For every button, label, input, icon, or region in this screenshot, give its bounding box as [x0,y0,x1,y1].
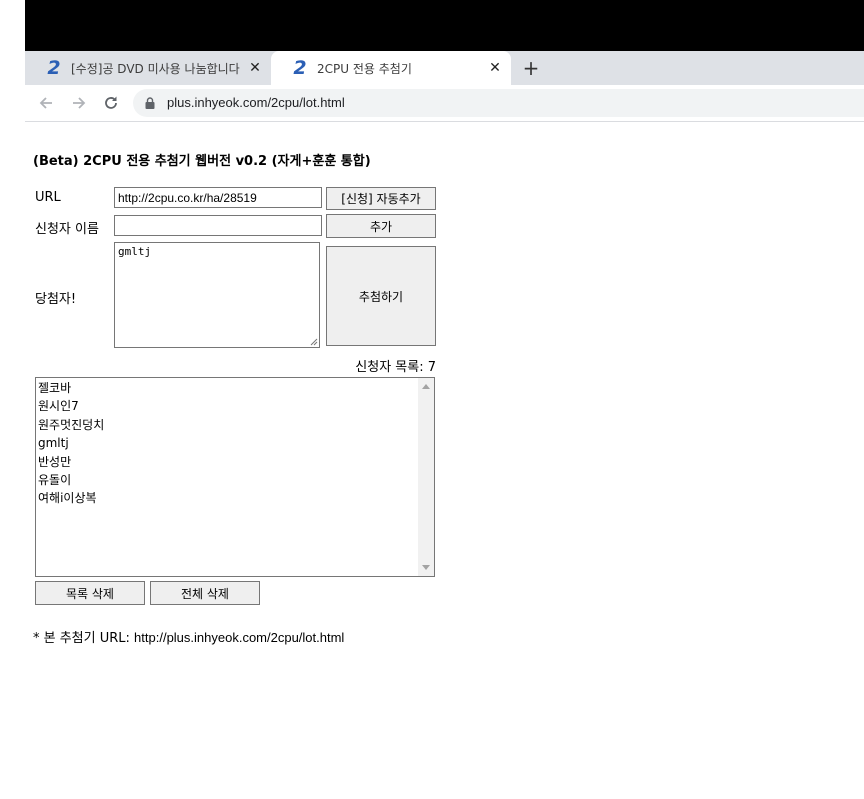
list-item[interactable]: 반성만 [38,453,432,471]
left-margin [0,0,25,799]
draw-button[interactable]: 추첨하기 [326,246,436,346]
list-item[interactable]: 젤코바 [38,379,432,397]
footer-note: * 본 추첨기 URL: http://plus.inhyeok.com/2cp… [33,627,344,646]
address-text: plus.inhyeok.com/2cpu/lot.html [167,95,345,110]
tab-title: 2CPU 전용 추첨기 [317,61,412,76]
list-item[interactable]: 여해i이상복 [38,489,432,507]
address-bar[interactable]: plus.inhyeok.com/2cpu/lot.html [133,89,864,117]
applicant-count: 신청자 목록: 7 [355,360,436,375]
site-favicon-icon: 2 [47,57,61,79]
page-content: (Beta) 2CPU 전용 추첨기 웹버전 v0.2 (자게+훈훈 통합) U… [25,122,864,799]
applicant-name-input[interactable] [114,215,322,236]
list-item[interactable]: 원시인7 [38,397,432,415]
footer-url: http://plus.inhyeok.com/2cpu/lot.html [134,630,345,645]
tab-close-icon[interactable]: ✕ [487,60,503,76]
tab-close-icon[interactable]: ✕ [247,60,263,76]
lock-icon [145,97,155,109]
forward-arrow-icon[interactable] [70,94,88,112]
list-scrollbar[interactable] [418,378,434,576]
tab-title: [수정]공 DVD 미사용 나눔합니다 [71,61,240,76]
winner-textarea[interactable]: gmltj [114,242,320,348]
list-item[interactable]: gmltj [38,434,432,452]
applicant-label: 신청자 이름 [35,222,99,237]
browser-toolbar: plus.inhyeok.com/2cpu/lot.html [25,85,864,122]
auto-add-button[interactable]: [신청] 자동추가 [326,187,436,210]
scroll-up-icon[interactable] [422,384,430,389]
tab-lottery[interactable]: 2 2CPU 전용 추첨기 ✕ [271,51,511,85]
new-tab-button[interactable]: + [521,58,541,78]
back-arrow-icon[interactable] [37,94,55,112]
applicant-list[interactable]: 젤코바 원시인7 원주멋진덩치 gmltj 반성만 유돌이 여해i이상복 [35,377,435,577]
winner-label: 당첨자! [35,292,77,307]
reload-icon[interactable] [102,94,120,112]
list-item[interactable]: 원주멋진덩치 [38,416,432,434]
footer-prefix: * 본 추첨기 URL: [33,631,135,646]
delete-all-button[interactable]: 전체 삭제 [150,581,260,605]
resize-handle-icon[interactable] [310,338,318,346]
list-item[interactable]: 유돌이 [38,471,432,489]
tab-strip: 2 [수정]공 DVD 미사용 나눔합니다 ✕ 2 2CPU 전용 추첨기 ✕ … [25,51,864,85]
winner-value: gmltj [118,245,152,258]
tab-dvd-post[interactable]: 2 [수정]공 DVD 미사용 나눔합니다 ✕ [25,51,271,85]
url-input[interactable] [114,187,322,208]
page-title: (Beta) 2CPU 전용 추첨기 웹버전 v0.2 (자게+훈훈 통합) [33,154,371,169]
site-favicon-icon: 2 [293,57,307,79]
add-applicant-button[interactable]: 추가 [326,214,436,238]
window-titlebar [25,0,864,51]
scroll-down-icon[interactable] [422,565,430,570]
url-label: URL [35,190,61,205]
delete-item-button[interactable]: 목록 삭제 [35,581,145,605]
